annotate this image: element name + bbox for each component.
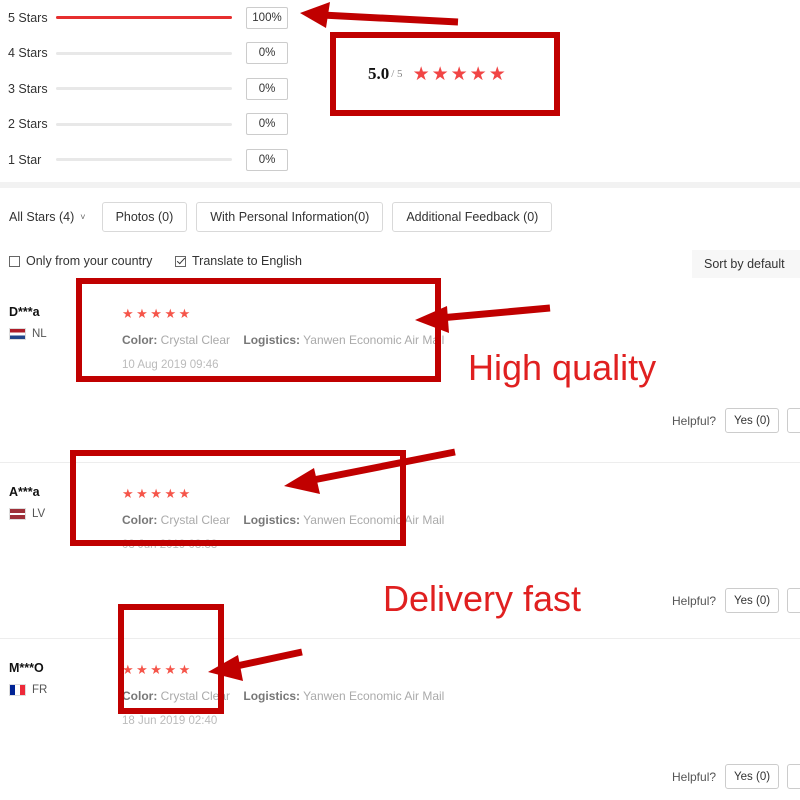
review-content: ★★★★★ Color: Crystal Clear Logistics: Ya… [122,487,444,551]
reviewer-name: M***O [9,661,44,675]
star-filter-label: All Stars (4) [9,210,75,224]
helpful-no-button[interactable]: N [787,408,800,433]
overall-rating-value: 5.0 [368,64,390,83]
rating-row-label: 1 Star [8,152,42,167]
review-attributes: Color: Crystal Clear Logistics: Yanwen E… [122,333,444,347]
helpful-yes-button[interactable]: Yes (0) [725,588,780,613]
flag-nl-icon [9,328,26,340]
helpful-label: Helpful? [672,769,717,784]
review-options-bar: Only from your country Translate to Engl… [0,250,800,280]
rating-row: 5 Stars 100% [0,0,320,36]
rating-row: 2 Stars 0% [0,107,320,143]
rating-row: 1 Star 0% [0,142,320,178]
review-logistics-value: Yanwen Economic Air Mail [303,333,445,347]
review-color-key: Color: [122,333,158,347]
review-helpful-controls: Helpful? Yes (0) N [672,408,800,433]
rating-row: 4 Stars 0% [0,36,320,72]
rating-row-label: 4 Stars [8,46,48,61]
helpful-yes-button[interactable]: Yes (0) [725,408,780,433]
reviewer-country-code: NL [32,328,47,340]
flag-fr-icon [9,684,26,696]
flag-lv-icon [9,508,26,520]
review-divider [0,462,800,463]
reviewer-name: A***a [9,485,40,499]
star-filter-dropdown[interactable]: All Stars (4) ˅ [0,210,86,224]
reviewer-info: M***O FR [9,661,87,696]
helpful-no-button[interactable]: N [787,764,800,789]
review-content: ★★★★★ Color: Crystal Clear Logistics: Ya… [122,307,444,371]
review-date: 10 Aug 2019 09:46 [122,359,219,371]
review-stars-icon: ★★★★★ [122,486,193,501]
review-color-value: Crystal Clear [160,513,231,527]
annotation-label-delivery-fast: Delivery fast [383,578,582,619]
reviewer-country: LV [9,508,87,520]
only-from-your-country-checkbox[interactable]: Only from your country [9,254,152,268]
chevron-down-icon: ˅ [80,212,86,222]
only-from-your-country-label: Only from your country [26,254,153,268]
review-helpful-controls: Helpful? Yes (0) N [672,588,800,613]
reviewer-info: D***a NL [9,305,87,340]
rating-row-label: 2 Stars [8,117,48,132]
helpful-no-button[interactable]: N [787,588,800,613]
annotation-label-high-quality: High quality [468,347,657,388]
review-date: 03 Jun 2019 03:33 [122,539,218,551]
review-attributes: Color: Crystal Clear Logistics: Yanwen E… [122,513,444,527]
review-color-value: Crystal Clear [160,689,231,703]
review-color-value: Crystal Clear [160,333,231,347]
translate-to-english-checkbox[interactable]: Translate to English [175,254,302,268]
rating-row-label: 5 Stars [8,10,48,25]
overall-rating-denominator: / 5 [391,68,403,80]
rating-bar-fill [56,16,232,20]
reviewer-country-code: FR [32,684,48,696]
review-color-key: Color: [122,689,158,703]
helpful-label: Helpful? [672,413,717,428]
rating-bar-track [56,122,232,126]
checkbox-checked-icon[interactable] [175,255,186,267]
filter-chip-additional-feedback[interactable]: Additional Feedback (0) [392,202,553,232]
review-divider [0,638,800,639]
overall-rating-summary: 5.0 / 5 ★★★★★ [330,32,560,116]
section-divider [0,182,800,188]
filter-chip-personal-information[interactable]: With Personal Information(0) [196,202,384,232]
reviewer-country: FR [9,684,87,696]
review-filter-bar: All Stars (4) ˅ Photos (0) With Personal… [0,196,800,238]
rating-row-label: 3 Stars [8,81,48,96]
review-date: 18 Jun 2019 02:40 [122,715,218,727]
checkbox-icon[interactable] [9,255,20,267]
rating-bar-track [56,158,232,162]
review-color-key: Color: [122,513,158,527]
review-logistics-key: Logistics: [243,513,301,527]
review-logistics-value: Yanwen Economic Air Mail [303,689,445,703]
helpful-yes-button[interactable]: Yes (0) [725,764,780,789]
rating-breakdown: 5 Stars 100% 4 Stars 0% 3 Stars 0% 2 Sta… [0,0,320,178]
reviewer-country: NL [9,328,87,340]
overall-rating-stars-icon: ★★★★★ [412,63,508,85]
rating-bar-track [56,51,232,55]
review-logistics-key: Logistics: [243,333,301,347]
reviewer-country-code: LV [32,508,46,520]
rating-bar-track [56,87,232,91]
rating-percent-badge: 0% [246,148,288,171]
review-logistics-key: Logistics: [243,689,301,703]
review-logistics-value: Yanwen Economic Air Mail [303,513,445,527]
rating-percent-badge: 0% [246,113,288,136]
filter-chip-photos[interactable]: Photos (0) [101,202,188,232]
review-stars-icon: ★★★★★ [122,306,193,321]
reviewer-info: A***a LV [9,485,87,520]
rating-bar-track [56,16,232,20]
annotation-arrow-percent [300,2,459,28]
translate-to-english-label: Translate to English [192,254,303,268]
helpful-label: Helpful? [672,593,717,608]
review-stars-icon: ★★★★★ [122,662,193,677]
review-content: ★★★★★ Color: Crystal Clear Logistics: Ya… [122,663,444,727]
rating-percent-badge: 100% [246,6,288,29]
sort-dropdown[interactable]: Sort by default [692,250,800,278]
rating-percent-badge: 0% [246,42,288,65]
review-attributes: Color: Crystal Clear Logistics: Yanwen E… [122,689,444,703]
review-helpful-controls: Helpful? Yes (0) N [672,764,800,789]
rating-percent-badge: 0% [246,77,288,100]
rating-row: 3 Stars 0% [0,71,320,107]
reviewer-name: D***a [9,305,40,319]
